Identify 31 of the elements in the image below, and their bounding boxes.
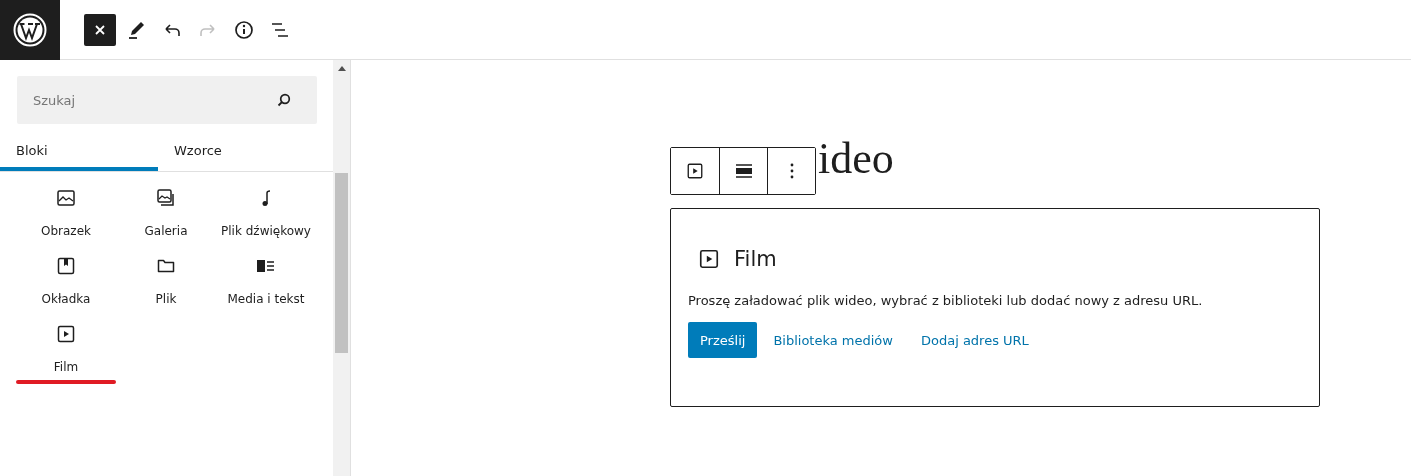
tab[interactable]: Bloki	[0, 129, 158, 171]
block-item[interactable]: Obrazek	[39, 184, 93, 242]
block-item[interactable]: Film	[51, 320, 81, 378]
block-item[interactable]: Media i tekst	[225, 252, 307, 310]
align-icon	[734, 162, 753, 180]
link-button[interactable]: Biblioteka mediów	[761, 322, 905, 358]
close-icon	[94, 23, 106, 36]
placeholder-instructions: Proszę załadować plik wideo, wybrać z biblioteki lub dodać nowy z adresu URL.	[688, 293, 1204, 308]
search-icon	[277, 93, 291, 107]
block-item[interactable]: Plik dźwiękowy	[219, 184, 313, 242]
upload-button[interactable]: Prześlij	[688, 322, 758, 358]
play-icon	[698, 248, 720, 270]
block-item[interactable]: Galeria	[142, 184, 190, 242]
tab[interactable]: Wzorce	[158, 129, 316, 171]
placeholder-title: Film	[734, 247, 777, 271]
block-item[interactable]: Okładka	[39, 252, 93, 310]
scrollbar-thumb[interactable]	[335, 173, 348, 353]
gallery-icon	[156, 188, 176, 208]
block-item[interactable]: Plik	[153, 252, 179, 310]
close-button[interactable]	[84, 13, 116, 46]
image-icon	[56, 188, 76, 208]
search-field[interactable]: Szukaj	[17, 76, 317, 124]
wordpress-logo[interactable]	[0, 0, 60, 60]
play-icon	[56, 324, 76, 344]
more-options-button[interactable]	[767, 148, 815, 194]
post-title[interactable]: ideo	[818, 134, 894, 184]
bookmark-frame-icon	[56, 256, 76, 276]
scroll-up-icon[interactable]	[337, 66, 346, 71]
more-icon	[789, 163, 794, 179]
play-icon	[686, 162, 704, 180]
link-button[interactable]: Dodaj adres URL	[908, 322, 1041, 358]
